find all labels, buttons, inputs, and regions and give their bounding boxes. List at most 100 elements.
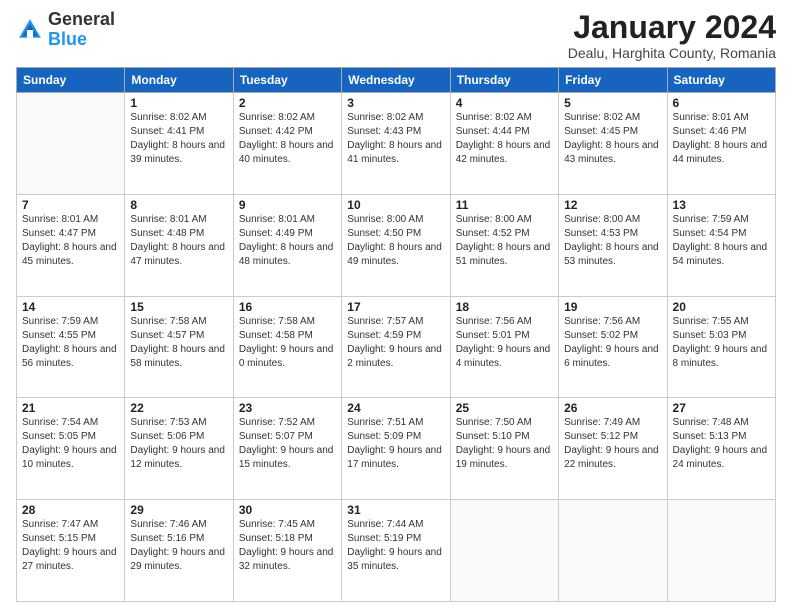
daylight: Daylight: 9 hours and 24 minutes. — [673, 445, 768, 470]
day-number: 27 — [673, 401, 770, 415]
sunset: Sunset: 4:59 PM — [347, 330, 421, 341]
daylight: Daylight: 9 hours and 2 minutes. — [347, 344, 442, 369]
sunrise: Sunrise: 7:54 AM — [22, 417, 98, 428]
sunrise: Sunrise: 7:52 AM — [239, 417, 315, 428]
day-info: Sunrise: 8:01 AMSunset: 4:47 PMDaylight:… — [22, 213, 119, 269]
table-row: 10 Sunrise: 8:00 AM Sunset: 4:50 PM Dayligh… — [342, 194, 450, 296]
daylight: Daylight: 8 hours and 56 minutes. — [22, 344, 117, 369]
day-info: Sunrise: 8:01 AMSunset: 4:49 PMDaylight:… — [239, 213, 336, 269]
sunrise: Sunrise: 7:59 AM — [22, 316, 98, 327]
daylight: Daylight: 8 hours and 41 minutes. — [347, 140, 442, 165]
day-info: Sunrise: 7:56 AMSunset: 5:01 PMDaylight:… — [456, 315, 553, 371]
table-row: 11Sunrise: 8:00 AMSunset: 4:52 PMDayligh… — [450, 194, 558, 296]
day-info: Sunrise: 8:01 AMSunset: 4:48 PMDaylight:… — [130, 213, 227, 269]
sunrise: Sunrise: 8:00 AM — [456, 214, 532, 225]
sunset: Sunset: 4:50 PM — [347, 228, 421, 239]
day-number: 2 — [239, 96, 336, 110]
calendar-week-row: 14Sunrise: 7:59 AMSunset: 4:55 PMDayligh… — [17, 296, 776, 398]
sunrise: Sunrise: 7:44 AM — [347, 519, 423, 530]
sunset: Sunset: 5:16 PM — [130, 533, 204, 544]
table-row: 4Sunrise: 8:02 AMSunset: 4:44 PMDaylight… — [450, 93, 558, 195]
header-sunday: Sunday — [17, 68, 125, 93]
sunrise: Sunrise: 8:02 AM — [456, 112, 532, 123]
sunset: Sunset: 4:42 PM — [239, 126, 313, 137]
table-row: 2Sunrise: 8:02 AMSunset: 4:42 PMDaylight… — [233, 93, 341, 195]
sunset: Sunset: 5:19 PM — [347, 533, 421, 544]
day-info: Sunrise: 7:59 AMSunset: 4:54 PMDaylight:… — [673, 213, 770, 269]
daylight: Daylight: 8 hours and 44 minutes. — [673, 140, 768, 165]
daylight: Daylight: 9 hours and 22 minutes. — [564, 445, 659, 470]
sunrise: Sunrise: 7:56 AM — [564, 316, 640, 327]
sunset: Sunset: 4:53 PM — [564, 228, 638, 239]
day-number: 5 — [564, 96, 661, 110]
day-info: Sunrise: 8:01 AMSunset: 4:46 PMDaylight:… — [673, 111, 770, 167]
sunrise: Sunrise: 7:57 AM — [347, 316, 423, 327]
day-info: Sunrise: 7:49 AMSunset: 5:12 PMDaylight:… — [564, 416, 661, 472]
daylight: Daylight: 8 hours and 53 minutes. — [564, 242, 659, 267]
table-row: 24Sunrise: 7:51 AMSunset: 5:09 PMDayligh… — [342, 398, 450, 500]
month-title: January 2024 — [568, 10, 776, 45]
sunrise: Sunrise: 7:45 AM — [239, 519, 315, 530]
logo-icon — [16, 16, 44, 44]
sunrise: Sunrise: 8:00 AM — [347, 214, 423, 225]
sunset: Sunset: 5:01 PM — [456, 330, 530, 341]
day-info: Sunrise: 7:46 AMSunset: 5:16 PMDaylight:… — [130, 518, 227, 574]
table-row: 8Sunrise: 8:01 AMSunset: 4:48 PMDaylight… — [125, 194, 233, 296]
sunset: Sunset: 5:03 PM — [673, 330, 747, 341]
day-info: Sunrise: 7:59 AM Sunset: 4:55 PM Daylight:… — [22, 315, 119, 371]
daylight: Daylight: 9 hours and 0 minutes. — [239, 344, 334, 369]
table-row: 30Sunrise: 7:45 AMSunset: 5:18 PMDayligh… — [233, 500, 341, 602]
table-row: 7Sunrise: 8:01 AMSunset: 4:47 PMDaylight… — [17, 194, 125, 296]
day-number: 3 — [347, 96, 444, 110]
table-row: 19Sunrise: 7:56 AMSunset: 5:02 PMDayligh… — [559, 296, 667, 398]
day-info: Sunrise: 7:44 AMSunset: 5:19 PMDaylight:… — [347, 518, 444, 574]
table-row: 29Sunrise: 7:46 AMSunset: 5:16 PMDayligh… — [125, 500, 233, 602]
calendar-week-row: 7Sunrise: 8:01 AMSunset: 4:47 PMDaylight… — [17, 194, 776, 296]
day-info: Sunrise: 7:53 AMSunset: 5:06 PMDaylight:… — [130, 416, 227, 472]
day-number: 21 — [22, 401, 119, 415]
sunset: Sunset: 4:57 PM — [130, 330, 204, 341]
day-number: 24 — [347, 401, 444, 415]
sunset: Sunset: 4:41 PM — [130, 126, 204, 137]
day-info: Sunrise: 7:55 AMSunset: 5:03 PMDaylight:… — [673, 315, 770, 371]
sunrise: Sunrise: 7:58 AM — [239, 316, 315, 327]
table-row: 31Sunrise: 7:44 AMSunset: 5:19 PMDayligh… — [342, 500, 450, 602]
day-number: 20 — [673, 300, 770, 314]
daylight: Daylight: 8 hours and 51 minutes. — [456, 242, 551, 267]
sunset: Sunset: 5:05 PM — [22, 431, 96, 442]
day-info: Sunrise: 7:58 AMSunset: 4:58 PMDaylight:… — [239, 315, 336, 371]
header-friday: Friday — [559, 68, 667, 93]
table-row — [17, 93, 125, 195]
sunset: Sunset: 4:46 PM — [673, 126, 747, 137]
daylight: Daylight: 8 hours and 49 minutes. — [347, 242, 442, 267]
sunrise: Sunrise: 7:47 AM — [22, 519, 98, 530]
day-number: 12 — [564, 198, 661, 212]
sunset: Sunset: 4:45 PM — [564, 126, 638, 137]
daylight: Daylight: 8 hours and 45 minutes. — [22, 242, 117, 267]
table-row: 25Sunrise: 7:50 AMSunset: 5:10 PMDayligh… — [450, 398, 558, 500]
table-row: 28Sunrise: 7:47 AMSunset: 5:15 PMDayligh… — [17, 500, 125, 602]
sunset: Sunset: 4:55 PM — [22, 330, 96, 341]
day-number: 10 — [347, 198, 444, 212]
calendar-header-row: Sunday Monday Tuesday Wednesday Thursday… — [17, 68, 776, 93]
sunset: Sunset: 5:10 PM — [456, 431, 530, 442]
daylight: Daylight: 9 hours and 4 minutes. — [456, 344, 551, 369]
logo-blue: Blue — [48, 30, 115, 50]
sunset: Sunset: 5:02 PM — [564, 330, 638, 341]
header-thursday: Thursday — [450, 68, 558, 93]
sunrise: Sunrise: 8:00 AM — [564, 214, 640, 225]
day-number: 13 — [673, 198, 770, 212]
header-tuesday: Tuesday — [233, 68, 341, 93]
page: General Blue January 2024 Dealu, Harghit… — [0, 0, 792, 612]
calendar-table: Sunday Monday Tuesday Wednesday Thursday… — [16, 67, 776, 602]
daylight: Daylight: 9 hours and 32 minutes. — [239, 547, 334, 572]
sunrise: Sunrise: 7:48 AM — [673, 417, 749, 428]
day-number: 15 — [130, 300, 227, 314]
table-row: 9Sunrise: 8:01 AMSunset: 4:49 PMDaylight… — [233, 194, 341, 296]
day-info: Sunrise: 8:02 AMSunset: 4:45 PMDaylight:… — [564, 111, 661, 167]
day-info: Sunrise: 7:54 AMSunset: 5:05 PMDaylight:… — [22, 416, 119, 472]
header: General Blue January 2024 Dealu, Harghit… — [16, 10, 776, 61]
calendar-week-row: 28Sunrise: 7:47 AMSunset: 5:15 PMDayligh… — [17, 500, 776, 602]
sunset: Sunset: 4:48 PM — [130, 228, 204, 239]
table-row: 1Sunrise: 8:02 AMSunset: 4:41 PMDaylight… — [125, 93, 233, 195]
